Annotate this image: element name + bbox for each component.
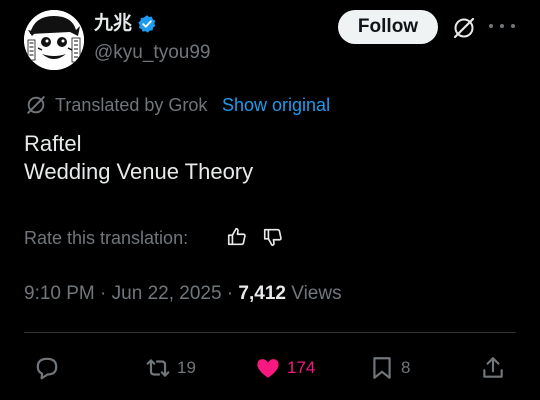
more-options-icon[interactable] bbox=[489, 16, 515, 36]
like-button[interactable]: 174 bbox=[255, 354, 315, 382]
avatar[interactable] bbox=[24, 10, 84, 70]
share-button[interactable] bbox=[480, 354, 506, 382]
retweet-count: 19 bbox=[177, 358, 196, 377]
bookmark-button[interactable]: 8 bbox=[369, 354, 410, 382]
thumbs-up-icon[interactable] bbox=[226, 226, 248, 248]
meta-separator: · bbox=[221, 283, 239, 304]
display-name[interactable]: 九兆 bbox=[94, 13, 132, 35]
share-icon bbox=[483, 357, 503, 378]
reply-icon bbox=[36, 357, 58, 380]
follow-button[interactable]: Follow bbox=[338, 10, 438, 44]
bookmark-icon bbox=[373, 357, 391, 379]
tweet-text: Raftel Wedding Venue Theory bbox=[24, 130, 253, 186]
grok-icon[interactable] bbox=[452, 16, 476, 40]
show-original-link[interactable]: Show original bbox=[222, 94, 330, 116]
heart-icon bbox=[257, 359, 279, 378]
retweet-button[interactable]: 19 bbox=[145, 354, 196, 382]
reply-button[interactable] bbox=[34, 354, 60, 382]
tweet-time[interactable]: 9:10 PM bbox=[24, 283, 95, 304]
views-label: Views bbox=[291, 283, 342, 304]
handle[interactable]: @kyu_tyou99 bbox=[94, 42, 210, 64]
retweet-icon bbox=[146, 359, 170, 377]
avatar-image bbox=[24, 10, 84, 70]
tweet-date[interactable]: Jun 22, 2025 bbox=[112, 283, 222, 304]
verified-badge-icon bbox=[137, 14, 157, 34]
translated-by-label: Translated by Grok bbox=[55, 95, 208, 115]
meta-separator: · bbox=[94, 283, 112, 304]
tweet-line: Wedding Venue Theory bbox=[24, 159, 254, 184]
thumbs-down-icon[interactable] bbox=[262, 226, 284, 248]
views-count: 7,412 bbox=[238, 283, 286, 304]
tweet-meta: 9:10 PM · Jun 22, 2025 · 7,412 Views bbox=[24, 282, 342, 306]
bookmark-count: 8 bbox=[401, 358, 411, 377]
divider bbox=[24, 332, 516, 333]
tweet-line: Raftel bbox=[24, 131, 82, 156]
rate-translation-label: Rate this translation: bbox=[24, 228, 189, 248]
grok-translate-icon bbox=[25, 94, 47, 116]
like-count: 174 bbox=[287, 358, 316, 377]
